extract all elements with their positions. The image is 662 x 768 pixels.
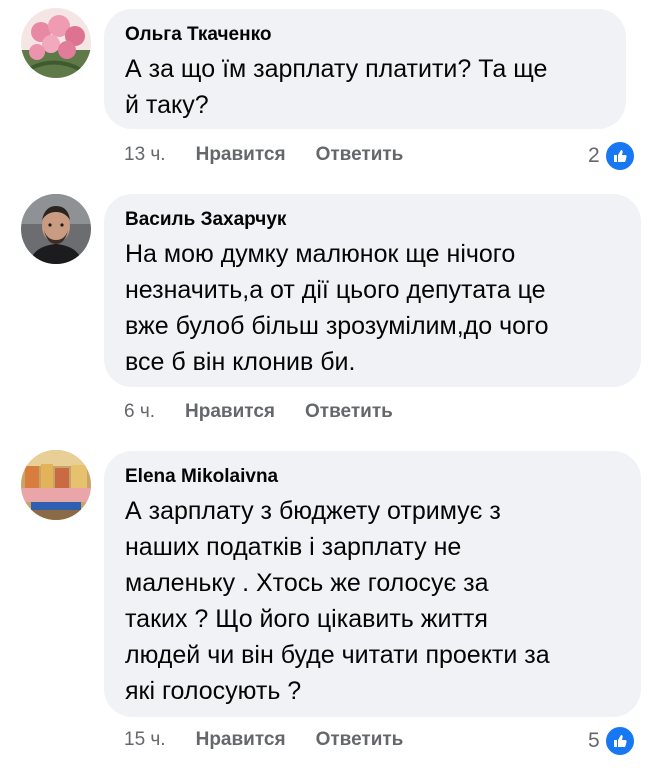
comment-text: На мою думку малюнок ще нічого незначить… bbox=[125, 240, 549, 376]
comment-actions: 13 ч. Нравится Ответить bbox=[124, 144, 403, 166]
comment-text: А за що їм зарплату платити? Та ще й так… bbox=[125, 55, 548, 119]
like-thumbs-up-icon bbox=[603, 140, 636, 172]
reaction-summary[interactable]: 5 bbox=[588, 725, 636, 757]
comment-bubble: Василь Захарчук На мою думку малюнок ще … bbox=[104, 194, 641, 387]
like-thumbs-up-icon bbox=[603, 725, 636, 757]
avatar[interactable] bbox=[21, 8, 91, 78]
like-button[interactable]: Нравится bbox=[196, 729, 286, 751]
comment-actions: 6 ч. Нравится Ответить bbox=[124, 401, 393, 423]
reaction-count: 5 bbox=[588, 729, 600, 752]
comment-time[interactable]: 13 ч. bbox=[124, 144, 166, 166]
avatar[interactable] bbox=[21, 450, 91, 520]
reply-button[interactable]: Ответить bbox=[305, 401, 393, 423]
comment-time[interactable]: 15 ч. bbox=[124, 729, 166, 751]
like-button[interactable]: Нравится bbox=[196, 144, 286, 166]
like-button[interactable]: Нравится bbox=[185, 401, 275, 423]
comment-author[interactable]: Василь Захарчук bbox=[125, 208, 619, 232]
comment-bubble: Elena Mikolaivna А зарплату з бюджету от… bbox=[104, 451, 641, 717]
comment-author[interactable]: Ольга Ткаченко bbox=[125, 23, 604, 47]
avatar-market-photo bbox=[21, 450, 91, 520]
comment-actions: 15 ч. Нравится Ответить bbox=[124, 729, 403, 751]
comment-text: А зарплату з бюджету отримує з наших под… bbox=[125, 497, 550, 705]
comment-author[interactable]: Elena Mikolaivna bbox=[125, 465, 619, 489]
reaction-count: 2 bbox=[588, 144, 600, 167]
reply-button[interactable]: Ответить bbox=[316, 729, 404, 751]
avatar-roses-image bbox=[21, 8, 91, 78]
avatar[interactable] bbox=[21, 194, 91, 264]
comment-bubble: Ольга Ткаченко А за що їм зарплату плати… bbox=[104, 9, 626, 129]
comment-time[interactable]: 6 ч. bbox=[124, 401, 155, 423]
avatar-man-photo bbox=[21, 194, 91, 264]
reply-button[interactable]: Ответить bbox=[316, 144, 404, 166]
reaction-summary[interactable]: 2 bbox=[588, 140, 636, 172]
